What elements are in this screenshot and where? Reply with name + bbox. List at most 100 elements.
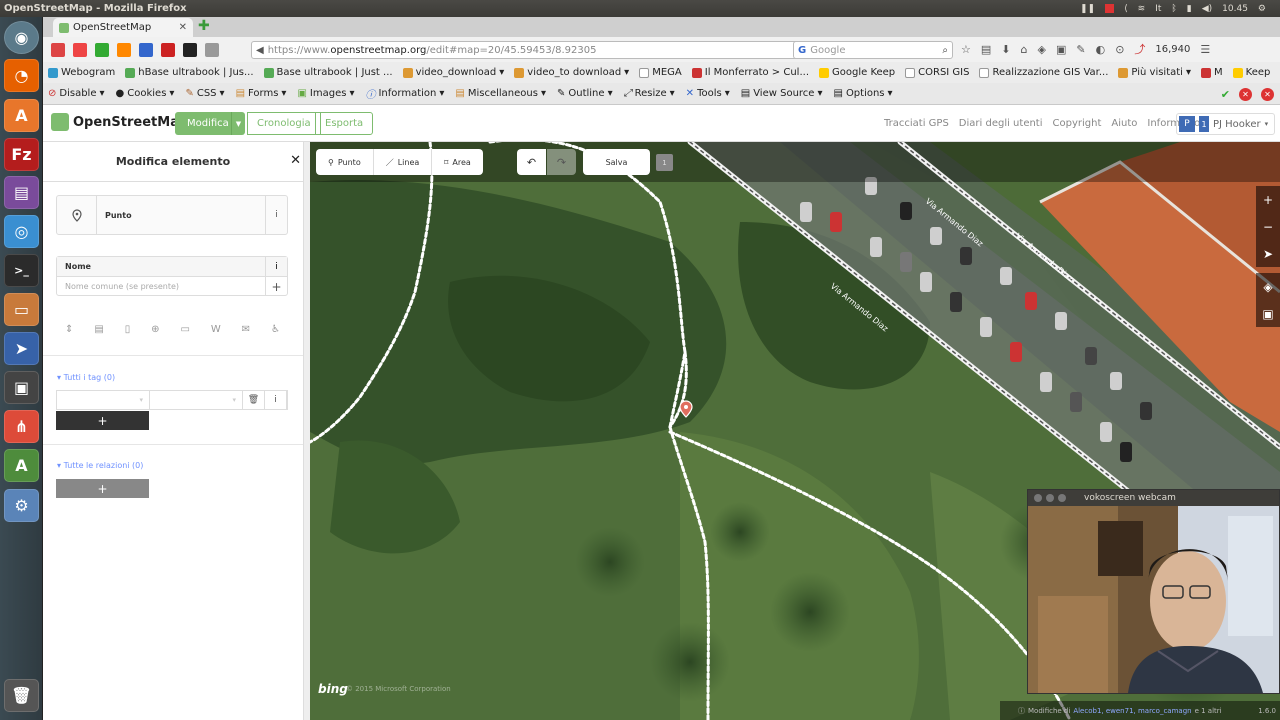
- record-icon[interactable]: [1105, 4, 1115, 13]
- error-icon[interactable]: ✕: [1239, 88, 1252, 101]
- tag-key-input[interactable]: ▾: [57, 391, 150, 409]
- clipboard-icon[interactable]: ▤: [981, 43, 991, 56]
- gmail-icon[interactable]: [73, 42, 87, 57]
- addon-f-icon[interactable]: ▣: [1056, 43, 1066, 56]
- devbar-miscellaneous[interactable]: ▤ Miscellaneous ▾: [455, 88, 546, 99]
- devbar-cookies[interactable]: ● Cookies ▾: [116, 88, 175, 99]
- link-user-diaries[interactable]: Diari degli utenti: [959, 118, 1043, 129]
- screenshot-icon[interactable]: ➤: [4, 332, 39, 365]
- info-icon[interactable]: i: [265, 196, 287, 234]
- keyboard-layout-icon[interactable]: It: [1155, 4, 1161, 14]
- history-button[interactable]: Cronologia: [247, 112, 321, 135]
- chrome-icon[interactable]: ◎: [4, 215, 39, 248]
- home-icon[interactable]: ⌂: [1021, 43, 1028, 56]
- wikipedia-icon[interactable]: W: [211, 324, 221, 335]
- relations-toggle[interactable]: ▾ Tutte le relazioni (0): [57, 461, 143, 470]
- addon-g-icon[interactable]: ◐: [1096, 43, 1106, 56]
- tags-toggle[interactable]: ▾ Tutti i tag (0): [57, 373, 115, 382]
- bookmark-folder[interactable]: video_download ▾: [402, 67, 504, 78]
- devbar-images[interactable]: ▣ Images ▾: [297, 88, 354, 99]
- battery-icon[interactable]: ▮: [1187, 4, 1192, 14]
- bookmark-folder[interactable]: video_to download ▾: [514, 67, 629, 78]
- addon-c-icon[interactable]: [183, 42, 197, 57]
- new-tab-button[interactable]: ✚: [198, 18, 210, 34]
- elevation-icon[interactable]: ⇕: [65, 324, 73, 335]
- tab-openstreetmap[interactable]: OpenStreetMap ✕: [53, 18, 193, 37]
- bookmark-item[interactable]: MEGA: [639, 67, 682, 78]
- phone-icon[interactable]: ▯: [125, 324, 131, 335]
- youtube-icon[interactable]: [161, 42, 175, 57]
- url-bar[interactable]: ◀ https://www. openstreetmap.org/edit#map…: [251, 41, 829, 59]
- bookmark-item[interactable]: Il Monferrato > Cul...: [691, 67, 809, 78]
- dash-icon[interactable]: ◉: [4, 21, 39, 54]
- devbar-resize[interactable]: ⤢ Resize ▾: [624, 88, 675, 99]
- imagery-attribution[interactable]: © 2015 Microsoft Corporation: [346, 685, 451, 693]
- filezilla-icon[interactable]: Fz: [4, 138, 39, 171]
- addon-e-icon[interactable]: ◈: [1037, 43, 1045, 56]
- addon-a-icon[interactable]: [51, 42, 65, 57]
- link-gps-traces[interactable]: Tracciati GPS: [884, 118, 949, 129]
- email-icon[interactable]: ✉: [242, 324, 250, 335]
- edit-dropdown-icon[interactable]: ▼: [231, 112, 245, 135]
- firefox-icon[interactable]: ◔: [4, 59, 39, 92]
- bookmark-item[interactable]: CORSI GIS: [905, 67, 969, 78]
- add-relation-button[interactable]: +: [56, 479, 149, 498]
- add-area-button[interactable]: ⌑ Area: [432, 149, 483, 175]
- menu-icon[interactable]: ☰: [1200, 43, 1210, 56]
- website-icon[interactable]: ▭: [180, 324, 189, 335]
- note-icon[interactable]: ▤: [94, 324, 103, 335]
- devbar-options[interactable]: ▤ Options ▾: [833, 88, 892, 99]
- back-icon[interactable]: ◀: [256, 45, 264, 56]
- undo-button[interactable]: ↶: [517, 149, 546, 175]
- layers-icon[interactable]: ◈: [1256, 273, 1280, 300]
- software-center-icon[interactable]: A: [4, 99, 39, 132]
- osm-logo[interactable]: OpenStreetMap: [51, 113, 188, 131]
- updater-icon[interactable]: A: [4, 449, 39, 482]
- zoom-out-button[interactable]: −: [1256, 213, 1280, 240]
- bookmark-item[interactable]: Base ultrabook | Just ...: [263, 67, 393, 78]
- map-data-icon[interactable]: ▣: [1256, 300, 1280, 327]
- bluetooth-icon[interactable]: ᛒ: [1171, 4, 1176, 14]
- addon-d-icon[interactable]: [205, 42, 219, 57]
- bookmark-item[interactable]: Realizzazione GIS Var...: [979, 67, 1108, 78]
- zoom-in-button[interactable]: +: [1256, 186, 1280, 213]
- close-window-icon[interactable]: [1034, 494, 1042, 502]
- add-point-button[interactable]: ⚲ Punto: [316, 149, 374, 175]
- bookmark-item[interactable]: Webogram: [48, 67, 115, 78]
- maximize-window-icon[interactable]: [1058, 494, 1066, 502]
- volume-icon[interactable]: ◀): [1202, 4, 1212, 14]
- check-icon[interactable]: ✔: [1221, 88, 1230, 101]
- devbar-outline[interactable]: ✎ Outline ▾: [557, 88, 613, 99]
- minimize-window-icon[interactable]: [1046, 494, 1054, 502]
- bookmark-item[interactable]: hBase ultrabook | Jus...: [125, 67, 254, 78]
- footer-users[interactable]: Alecob1, ewen71, marco_camagn: [1073, 707, 1191, 715]
- devbar-information[interactable]: ⓘ Information ▾: [365, 86, 444, 101]
- settings-icon[interactable]: ⚙: [4, 489, 39, 522]
- redo-button[interactable]: ↷: [547, 149, 576, 175]
- name-input[interactable]: Nome comune (se presente): [57, 277, 287, 296]
- info-icon[interactable]: i: [265, 391, 287, 409]
- bookmark-item[interactable]: Google Keep: [819, 67, 895, 78]
- app-icon[interactable]: ▤: [4, 176, 39, 209]
- user-menu[interactable]: P 1 PJ Hooker ▾: [1176, 113, 1276, 135]
- preset-selector[interactable]: Punto i: [56, 195, 288, 235]
- sidebar-scrollbar[interactable]: [303, 142, 310, 720]
- search-icon[interactable]: ⌕: [942, 45, 948, 56]
- bing-logo[interactable]: bing: [318, 682, 348, 696]
- add-line-button[interactable]: ／ Linea: [373, 149, 433, 175]
- export-button[interactable]: Esporta: [315, 112, 374, 135]
- pause-icon[interactable]: ❚❚: [1080, 4, 1095, 14]
- search-input[interactable]: G Google ⌕: [793, 41, 953, 59]
- addon-b-icon[interactable]: [117, 42, 131, 57]
- wifi-icon[interactable]: ≋: [1138, 4, 1146, 14]
- share-icon[interactable]: ⟨: [1124, 4, 1128, 14]
- bookmark-folder[interactable]: Più visitati ▾: [1118, 67, 1191, 78]
- addon-h-icon[interactable]: ⊙: [1115, 43, 1124, 56]
- devbar-forms[interactable]: ▤ Forms ▾: [236, 88, 287, 99]
- link-help[interactable]: Aiuto: [1111, 118, 1137, 129]
- wheelchair-icon[interactable]: ♿: [271, 324, 280, 335]
- counter-value[interactable]: 16,940: [1155, 44, 1190, 55]
- close-devbar-icon[interactable]: ✕: [1261, 88, 1274, 101]
- add-localized-name-icon[interactable]: +: [265, 277, 287, 296]
- add-tag-button[interactable]: +: [56, 411, 149, 430]
